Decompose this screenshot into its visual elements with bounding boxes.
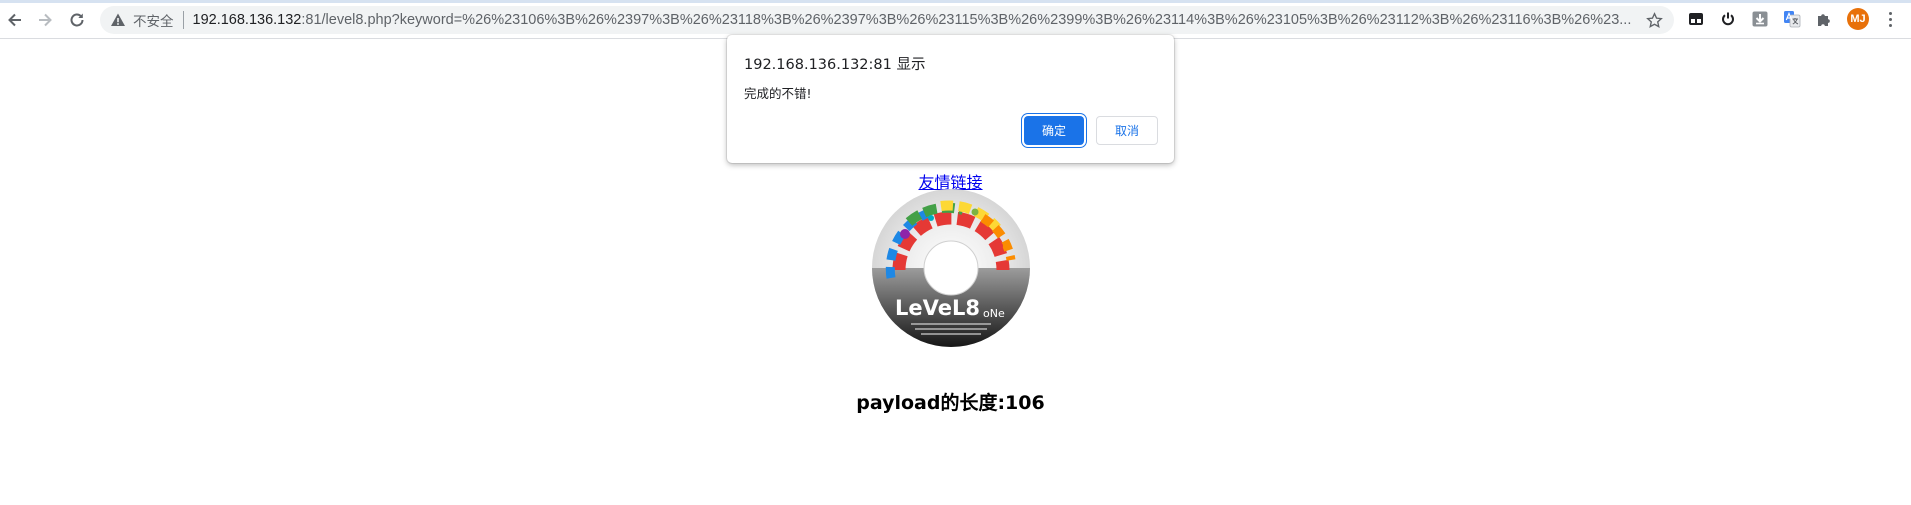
dialog-title: 192.168.136.132:81 显示	[744, 57, 926, 73]
back-button[interactable]	[2, 7, 28, 33]
forward-arrow-icon	[39, 13, 52, 27]
download-extension-icon[interactable]	[1749, 8, 1771, 30]
ok-button[interactable]: 确定	[1024, 116, 1084, 145]
power-extension-icon[interactable]	[1717, 8, 1739, 30]
url-host: 192.168.136.132	[192, 12, 302, 28]
extensions-puzzle-icon[interactable]	[1813, 8, 1835, 30]
alert-dialog: 192.168.136.132:81 显示 完成的不错! 确定 取消	[727, 35, 1174, 163]
reload-button[interactable]	[64, 7, 90, 33]
payload-length-heading: payload的长度:106	[856, 391, 1045, 414]
dialog-message: 完成的不错!	[744, 86, 812, 101]
omnibox-divider	[182, 11, 184, 29]
bookmark-star-icon[interactable]	[1644, 10, 1664, 30]
warning-icon[interactable]	[109, 11, 127, 29]
extension-tab-icon[interactable]	[1685, 8, 1707, 30]
browser-toolbar: 不安全 192.168.136.132:81/level8.php?keywor…	[0, 0, 1911, 39]
address-bar[interactable]: 不安全 192.168.136.132:81/level8.php?keywor…	[100, 6, 1674, 34]
level8-disc-image: LeVeL8 oNe	[872, 189, 1030, 347]
disc-title-text: LeVeL8	[895, 296, 980, 320]
forward-button[interactable]	[32, 7, 58, 33]
cancel-button[interactable]: 取消	[1096, 116, 1158, 145]
reload-icon	[70, 13, 84, 27]
not-secure-label[interactable]: 不安全	[133, 10, 174, 30]
disc-subtitle-text: oNe	[983, 307, 1005, 320]
back-arrow-icon	[8, 13, 21, 27]
tab-strip-edge	[0, 0, 1911, 3]
translate-extension-icon[interactable]	[1781, 8, 1803, 30]
kebab-menu-icon[interactable]	[1882, 8, 1898, 30]
url-text[interactable]: 192.168.136.132:81/level8.php?keyword=%2…	[193, 12, 1643, 28]
url-path: :81/level8.php?keyword=%26%23106%3B%26%2…	[301, 12, 1632, 28]
profile-avatar[interactable]: MJ	[1847, 8, 1869, 30]
